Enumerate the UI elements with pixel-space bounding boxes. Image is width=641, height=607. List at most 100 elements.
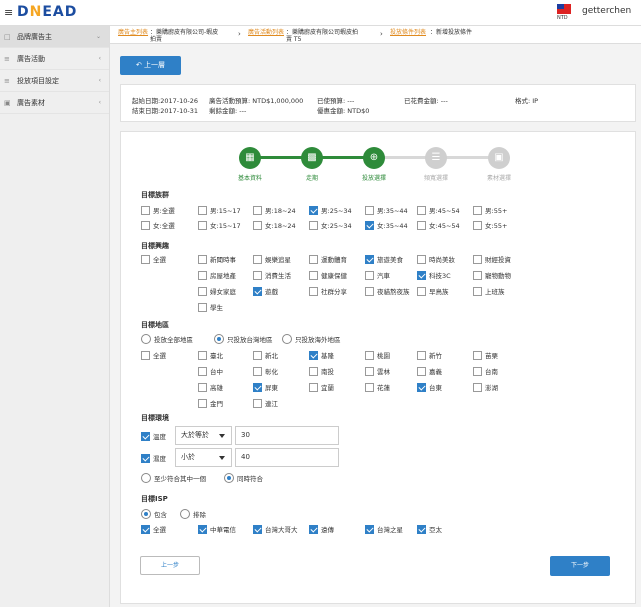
radio[interactable] [141,473,151,483]
interest-option[interactable]: 上班族 [473,286,505,296]
audience-option[interactable]: 女:35~44 [365,220,408,230]
match-mode-option[interactable]: 同時符合 [224,473,263,483]
checkbox[interactable] [309,286,318,296]
isp-option[interactable]: 台灣之星 [365,524,403,534]
checkbox[interactable] [473,366,482,376]
region-option[interactable]: 新竹 [417,350,442,360]
temperature-checkbox[interactable]: 溫度 [141,431,166,441]
region-option[interactable]: 雲林 [365,366,390,376]
region-option[interactable]: 金門 [198,398,223,408]
checkbox[interactable] [365,205,374,215]
match-mode-option[interactable]: 至少符合其中一個 [141,473,206,483]
checkbox[interactable] [253,254,262,264]
checkbox[interactable] [309,254,318,264]
isp-mode-option[interactable]: 包含 [141,509,167,519]
region-option[interactable]: 臺北 [198,350,223,360]
checkbox[interactable] [198,366,207,376]
audience-option[interactable]: 女:15~17 [198,220,241,230]
checkbox[interactable] [198,524,207,534]
logo[interactable]: DNEAD [17,5,77,20]
checkbox[interactable] [253,398,262,408]
region-option[interactable]: 台中 [198,366,223,376]
checkbox[interactable] [309,205,318,215]
checkbox[interactable] [198,398,207,408]
checkbox[interactable] [365,270,374,280]
step-placement[interactable]: ⊕ 投放選擇 [352,147,396,182]
interest-option[interactable]: 遊戲 [253,286,278,296]
audience-option[interactable]: 男:15~17 [198,205,241,215]
checkbox[interactable] [198,205,207,215]
region-option[interactable]: 新北 [253,350,278,360]
checkbox[interactable] [309,350,318,360]
interest-option[interactable]: 汽車 [365,270,390,280]
step-creative[interactable]: ▣ 素材選擇 [477,147,521,182]
region-option[interactable]: 彰化 [253,366,278,376]
radio[interactable] [282,334,292,344]
checkbox[interactable] [309,366,318,376]
checkbox[interactable] [473,270,482,280]
checkbox[interactable] [417,286,426,296]
checkbox[interactable] [417,350,426,360]
checkbox[interactable] [198,270,207,280]
checkbox[interactable] [309,270,318,280]
audience-option[interactable]: 女:25~34 [309,220,352,230]
checkbox[interactable] [198,350,207,360]
region-option[interactable]: 台南 [473,366,498,376]
checkbox[interactable] [417,270,426,280]
breadcrumb-link-advertisers[interactable]: 廣告主列表 [118,29,148,36]
interest-option[interactable]: 旅遊美食 [365,254,403,264]
checkbox[interactable] [141,453,150,463]
interest-option[interactable]: 時尚美妝 [417,254,455,264]
checkbox[interactable] [198,302,207,312]
checkbox[interactable] [198,286,207,296]
audience-option[interactable]: 男:18~24 [253,205,296,215]
checkbox[interactable] [417,524,426,534]
region-option[interactable]: 花蓮 [365,382,390,392]
checkbox[interactable] [365,350,374,360]
checkbox[interactable] [473,205,482,215]
checkbox[interactable] [473,350,482,360]
interest-option[interactable]: 娛樂追星 [253,254,291,264]
checkbox[interactable] [198,382,207,392]
interest-option[interactable]: 新聞時事 [198,254,236,264]
checkbox[interactable] [198,254,207,264]
interest-option[interactable]: 科技3C [417,270,451,280]
interest-option[interactable]: 財經投資 [473,254,511,264]
isp-option[interactable]: 中華電信 [198,524,236,534]
humidity-operator-select[interactable]: 小於 [175,448,232,467]
checkbox[interactable] [253,366,262,376]
next-step-button[interactable]: 下一步 [550,556,610,576]
sidebar-item-advertisers[interactable]: □ 品牌廣告主 ⌄ [0,26,109,48]
radio[interactable] [141,334,151,344]
region-option[interactable]: 高雄 [198,382,223,392]
checkbox[interactable] [141,205,150,215]
step-bandwidth[interactable]: ☰ 頻寬選擇 [414,147,458,182]
interest-option[interactable]: 學生 [198,302,223,312]
region-option[interactable]: 宜蘭 [309,382,334,392]
interest-option[interactable]: 運動體育 [309,254,347,264]
checkbox[interactable] [253,524,262,534]
sidebar-item-creatives[interactable]: ▣ 廣告素材 ‹ [0,92,109,114]
audience-option[interactable]: 女:55+ [473,220,507,230]
region-select-all[interactable]: 全選 [141,350,166,360]
checkbox[interactable] [365,220,374,230]
audience-option[interactable]: 女:45~54 [417,220,460,230]
audience-option[interactable]: 男:35~44 [365,205,408,215]
checkbox[interactable] [309,220,318,230]
checkbox[interactable] [365,524,374,534]
interest-option[interactable]: 夜貓熬夜族 [365,286,410,296]
region-option[interactable]: 澎湖 [473,382,498,392]
breadcrumb-link-placements[interactable]: 投放條件列表 [390,29,426,36]
checkbox[interactable] [417,254,426,264]
region-scope-option[interactable]: 投放全部地區 [141,334,193,344]
checkbox[interactable] [253,270,262,280]
region-option[interactable]: 屏東 [253,382,278,392]
checkbox[interactable] [309,382,318,392]
checkbox[interactable] [417,220,426,230]
audience-option[interactable]: 男:45~54 [417,205,460,215]
interest-option[interactable]: 婦女家庭 [198,286,236,296]
checkbox[interactable] [141,350,150,360]
checkbox[interactable] [365,254,374,264]
region-option[interactable]: 南投 [309,366,334,376]
sidebar-item-placement-settings[interactable]: ≡ 投放項目設定 ‹ [0,70,109,92]
